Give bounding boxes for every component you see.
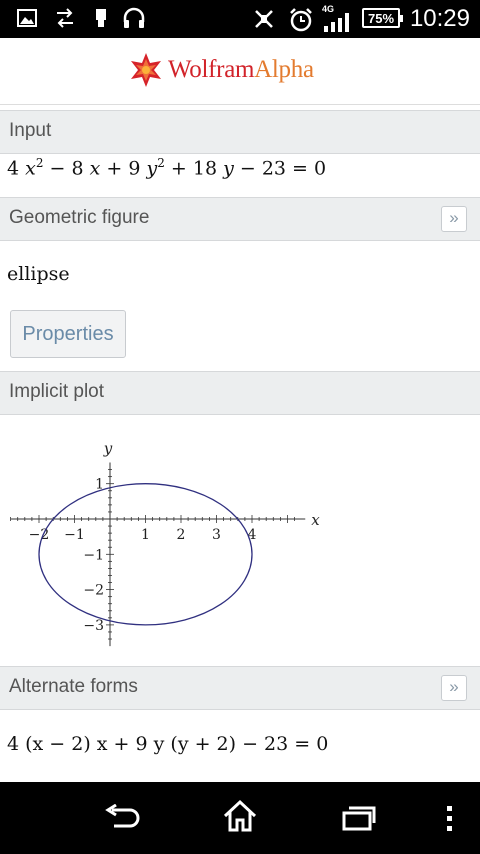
signal-icon bbox=[324, 13, 349, 32]
image-icon bbox=[17, 9, 37, 27]
pod-title-label: Input bbox=[9, 120, 52, 141]
sync-icon bbox=[57, 8, 73, 28]
system-nav-bar bbox=[0, 782, 480, 854]
x-tick-label: −1 bbox=[64, 527, 85, 543]
y-tick-label: −3 bbox=[83, 618, 104, 634]
pod-title-label: Geometric figure bbox=[9, 207, 150, 228]
alternate-forms-more-button[interactable]: » bbox=[441, 675, 467, 701]
menu-icon[interactable] bbox=[445, 804, 455, 834]
pod-title-label: Alternate forms bbox=[9, 676, 138, 697]
alternate-form-expression: 4 (x − 2) x + 9 y (y + 2) − 23 = 0 bbox=[7, 733, 329, 755]
x-tick-label: 3 bbox=[212, 527, 221, 543]
properties-button[interactable]: Properties bbox=[10, 310, 126, 358]
implicit-plot-pod-title: Implicit plot bbox=[0, 371, 480, 415]
recents-icon[interactable] bbox=[341, 804, 377, 832]
geometric-figure-more-button[interactable]: » bbox=[441, 206, 467, 232]
y-tick-label: −1 bbox=[83, 547, 104, 563]
brand-main: Wolfram bbox=[168, 56, 255, 83]
mute-icon bbox=[255, 10, 273, 28]
wolfram-spikey-logo[interactable] bbox=[128, 52, 164, 88]
back-icon[interactable] bbox=[102, 804, 140, 832]
alternate-forms-pod-title: Alternate forms » bbox=[0, 666, 480, 710]
implicit-plot-chart: −2 −1 1 2 3 41−1−2−3xy bbox=[10, 440, 320, 647]
geometric-figure-pod-title: Geometric figure » bbox=[0, 197, 480, 241]
usb-icon bbox=[96, 9, 106, 27]
home-icon[interactable] bbox=[222, 799, 258, 833]
status-time: 10:29 bbox=[409, 5, 470, 32]
brand-logo-text[interactable]: WolframAlpha bbox=[168, 56, 314, 84]
input-pod-title: Input bbox=[0, 110, 480, 154]
battery-indicator: 75% bbox=[362, 8, 403, 28]
pod-title-label: Implicit plot bbox=[9, 381, 105, 402]
headphones-icon bbox=[123, 7, 145, 28]
brand-alpha: Alpha bbox=[254, 56, 314, 83]
x-axis-label: x bbox=[311, 511, 320, 529]
ellipse-curve bbox=[38, 483, 253, 626]
input-expression: 4 x2 − 8 x + 9 y2 + 18 y − 23 = 0 bbox=[7, 156, 327, 180]
alarm-icon bbox=[290, 8, 312, 32]
x-tick-label: 4 bbox=[248, 527, 257, 543]
status-bar: 4G 75% 10:29 bbox=[0, 0, 480, 38]
x-tick-label: 1 bbox=[141, 527, 150, 543]
app-header: WolframAlpha bbox=[0, 38, 480, 105]
y-axis-label: y bbox=[103, 440, 113, 458]
geometric-figure-value: ellipse bbox=[7, 263, 70, 285]
x-tick-label: 2 bbox=[177, 527, 186, 543]
y-tick-label: −2 bbox=[83, 583, 104, 599]
